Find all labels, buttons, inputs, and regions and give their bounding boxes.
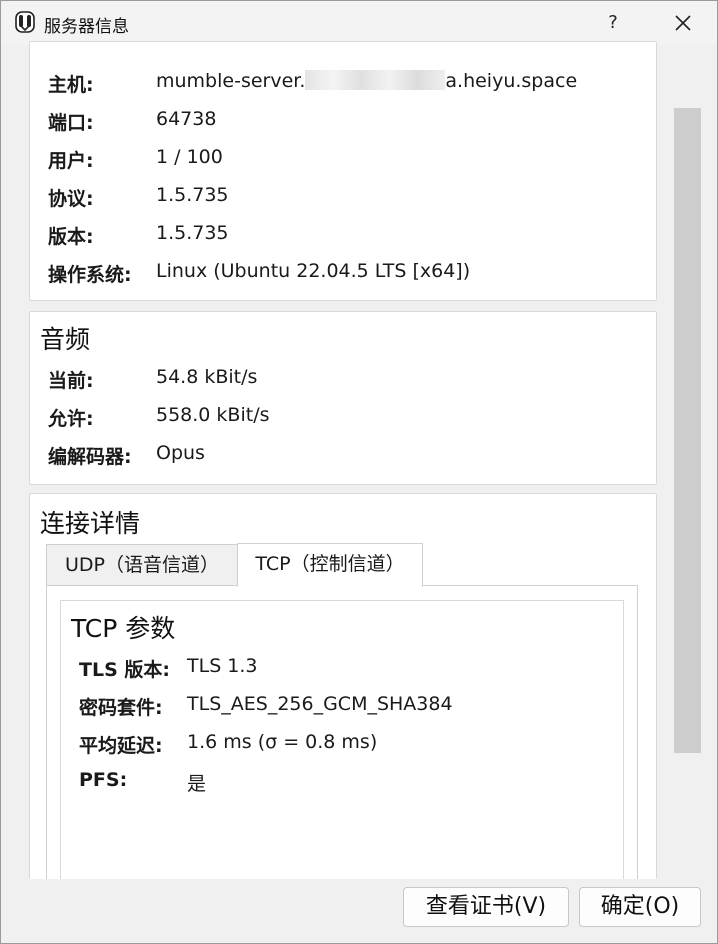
os-label: 操作系统: bbox=[48, 264, 132, 286]
allowed-value: 558.0 kBit/s bbox=[156, 404, 270, 426]
server-info-group: 主机: mumble-server. a.heiyu.space 端口: 6473… bbox=[29, 41, 657, 301]
current-value: 54.8 kBit/s bbox=[156, 366, 258, 388]
os-value: Linux (Ubuntu 22.04.5 LTS [x64]) bbox=[156, 260, 471, 282]
tls-version-label: TLS 版本: bbox=[79, 659, 170, 681]
protocol-value: 1.5.735 bbox=[156, 184, 229, 206]
allowed-label: 允许: bbox=[48, 408, 94, 430]
protocol-label: 协议: bbox=[48, 188, 94, 210]
current-label: 当前: bbox=[48, 370, 94, 392]
audio-group: 音频 当前: 54.8 kBit/s 允许: 558.0 kBit/s 编解码器… bbox=[29, 311, 657, 485]
mumble-logo-icon bbox=[14, 11, 36, 33]
tls-version-value: TLS 1.3 bbox=[187, 655, 258, 677]
tcp-tab-panel: TCP 参数 TLS 版本: TLS 1.3 密码套件: TLS_AES_256… bbox=[46, 585, 638, 879]
port-label: 端口: bbox=[48, 112, 94, 134]
window-title: 服务器信息 bbox=[44, 17, 129, 37]
version-label: 版本: bbox=[48, 226, 94, 248]
tcp-params-title: TCP 参数 bbox=[71, 614, 176, 643]
close-icon bbox=[675, 15, 691, 31]
title-bar[interactable]: 服务器信息 ? bbox=[1, 1, 717, 45]
view-certificate-button[interactable]: 查看证书(V) bbox=[403, 887, 569, 927]
host-label: 主机: bbox=[48, 74, 94, 96]
pfs-label: PFS: bbox=[79, 769, 128, 791]
codec-value: Opus bbox=[156, 442, 205, 464]
tab-tcp[interactable]: TCP（控制信道） bbox=[237, 543, 423, 587]
host-value: mumble-server. a.heiyu.space bbox=[156, 70, 578, 92]
pfs-value: 是 bbox=[187, 773, 207, 795]
codec-label: 编解码器: bbox=[48, 446, 132, 468]
avg-latency-label: 平均延迟: bbox=[79, 735, 163, 757]
redacted-blur bbox=[305, 70, 446, 90]
help-button[interactable]: ? bbox=[595, 5, 631, 41]
avg-latency-value: 1.6 ms (σ = 0.8 ms) bbox=[187, 731, 378, 753]
audio-title: 音频 bbox=[40, 325, 91, 354]
ok-button[interactable]: 确定(O) bbox=[579, 887, 701, 927]
cipher-suite-value: TLS_AES_256_GCM_SHA384 bbox=[187, 693, 453, 715]
close-button[interactable] bbox=[663, 5, 703, 41]
tab-udp[interactable]: UDP（语音信道） bbox=[46, 544, 238, 585]
connection-group: 连接详情 UDP（语音信道） TCP（控制信道） TCP 参数 TLS 版本: … bbox=[29, 493, 657, 879]
tcp-params-group: TCP 参数 TLS 版本: TLS 1.3 密码套件: TLS_AES_256… bbox=[60, 600, 624, 879]
port-value: 64738 bbox=[156, 108, 217, 130]
connection-title: 连接详情 bbox=[40, 509, 141, 538]
cipher-suite-label: 密码套件: bbox=[79, 697, 163, 719]
users-label: 用户: bbox=[48, 150, 94, 172]
scrollbar-thumb[interactable] bbox=[674, 108, 701, 753]
server-info-dialog: 服务器信息 ? 主机: mumble-server. a.heiyu.space … bbox=[0, 0, 718, 944]
version-value: 1.5.735 bbox=[156, 222, 229, 244]
users-value: 1 / 100 bbox=[156, 146, 223, 168]
